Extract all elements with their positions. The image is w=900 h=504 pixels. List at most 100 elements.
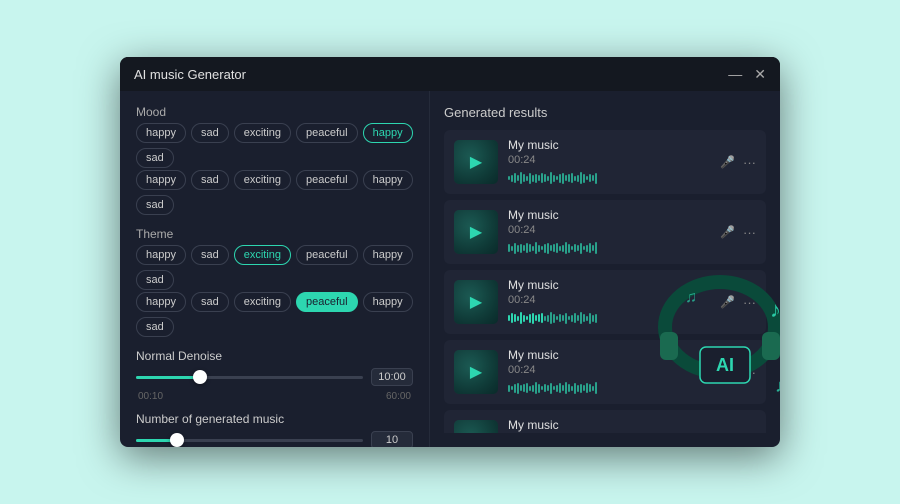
theme-label: Theme [136, 227, 413, 241]
mood-tag-peaceful2[interactable]: peaceful [296, 170, 358, 190]
theme-section: Theme happy sad exciting peaceful happy … [136, 227, 413, 339]
theme-row-1: happy sad exciting peaceful happy sad [136, 245, 413, 290]
theme-tag-exciting1[interactable]: exciting [234, 245, 291, 265]
wave-bar [517, 175, 519, 181]
count-thumb[interactable] [170, 433, 184, 447]
more-options-icon[interactable]: ··· [743, 295, 756, 310]
more-options-icon[interactable]: ··· [743, 225, 756, 240]
wave-bar [565, 313, 567, 324]
waveform [508, 170, 710, 186]
mood-tag-sad2[interactable]: sad [136, 148, 174, 168]
wave-bar [595, 314, 597, 323]
theme-tag-peaceful2[interactable]: peaceful [296, 292, 358, 312]
result-item[interactable]: ▶ My music00:24 🎤 ··· [444, 200, 766, 264]
theme-tag-happy2[interactable]: happy [363, 245, 413, 265]
result-item[interactable]: ▶My music00:24🎤··· [444, 340, 766, 404]
microphone-icon[interactable]: 🎤 [720, 295, 735, 309]
waveform [508, 310, 710, 326]
result-item[interactable]: ▶My music00:24🎤··· [444, 410, 766, 433]
result-name: My music [508, 278, 710, 292]
theme-tag-happy1[interactable]: happy [136, 245, 186, 265]
theme-tag-happy4[interactable]: happy [363, 292, 413, 312]
mood-tag-exciting2[interactable]: exciting [234, 170, 291, 190]
waveform [508, 240, 710, 256]
wave-bar [592, 386, 594, 391]
denoise-range: 00:10 60:00 [136, 391, 413, 402]
wave-bar [514, 384, 516, 393]
wave-bar [523, 384, 525, 392]
theme-tag-exciting2[interactable]: exciting [234, 292, 291, 312]
more-options-icon[interactable]: ··· [743, 365, 756, 380]
wave-bar [529, 314, 531, 323]
denoise-slider[interactable] [136, 367, 363, 387]
theme-tag-sad2[interactable]: sad [136, 270, 174, 290]
mood-tag-sad3[interactable]: sad [191, 170, 229, 190]
theme-tag-happy3[interactable]: happy [136, 292, 186, 312]
wave-bar [541, 386, 543, 390]
wave-bar [568, 384, 570, 392]
wave-bar [541, 246, 543, 250]
wave-bar [541, 173, 543, 183]
play-icon: ▶ [470, 292, 482, 312]
wave-bar [577, 175, 579, 182]
wave-bar [583, 385, 585, 391]
wave-bar [511, 386, 513, 390]
wave-bar [526, 383, 528, 393]
result-actions: 🎤 ··· [720, 365, 756, 380]
theme-tag-sad1[interactable]: sad [191, 245, 229, 265]
close-button[interactable]: ✕ [754, 67, 766, 81]
wave-bar [529, 386, 531, 391]
wave-bar [592, 315, 594, 322]
result-item[interactable]: ▶My music00:24🎤··· [444, 130, 766, 194]
result-duration: 00:24 [508, 294, 710, 306]
count-label: Number of generated music [136, 412, 413, 426]
titlebar: AI music Generator — ✕ [120, 57, 780, 91]
wave-bar [580, 312, 582, 324]
theme-tag-peaceful1[interactable]: peaceful [296, 245, 358, 265]
wave-bar [568, 174, 570, 182]
wave-bar [535, 242, 537, 254]
minimize-button[interactable]: — [728, 67, 742, 81]
theme-tag-sad4[interactable]: sad [136, 317, 174, 337]
wave-bar [562, 385, 564, 391]
wave-bar [562, 315, 564, 321]
microphone-icon[interactable]: 🎤 [720, 155, 735, 169]
mood-tag-happy3[interactable]: happy [136, 170, 186, 190]
mood-tag-exciting1[interactable]: exciting [234, 123, 291, 143]
result-actions: 🎤 ··· [720, 225, 756, 240]
dialog-title: AI music Generator [134, 67, 246, 82]
mood-tag-happy1[interactable]: happy [136, 123, 186, 143]
wave-bar [586, 383, 588, 393]
mood-tag-sad1[interactable]: sad [191, 123, 229, 143]
microphone-icon[interactable]: 🎤 [720, 365, 735, 379]
wave-bar [511, 313, 513, 323]
result-info: My music00:24 [508, 348, 710, 396]
microphone-icon[interactable]: 🎤 [720, 225, 735, 239]
wave-bar [523, 315, 525, 322]
result-info: My music00:24 [508, 208, 710, 256]
wave-bar [553, 386, 555, 390]
wave-bar [580, 243, 582, 254]
wave-bar [553, 244, 555, 252]
wave-bar [571, 315, 573, 322]
wave-bar [550, 245, 552, 251]
wave-bar [556, 385, 558, 392]
theme-tag-sad3[interactable]: sad [191, 292, 229, 312]
mood-tag-happy4[interactable]: happy [363, 170, 413, 190]
wave-bar [586, 316, 588, 321]
denoise-track [136, 376, 363, 379]
wave-bar [523, 245, 525, 251]
wave-bar [559, 246, 561, 251]
result-name: My music [508, 208, 710, 222]
more-options-icon[interactable]: ··· [743, 155, 756, 170]
result-item[interactable]: ▶ My music 00:24 🎤 ··· [444, 270, 766, 334]
mood-tag-happy2[interactable]: happy [363, 123, 413, 143]
denoise-fill [136, 376, 200, 379]
play-icon: ▶ [470, 222, 482, 242]
mood-tag-sad4[interactable]: sad [136, 195, 174, 215]
wave-bar [559, 314, 561, 322]
wave-bar [532, 246, 534, 251]
denoise-thumb[interactable] [193, 370, 207, 384]
mood-tag-peaceful1[interactable]: peaceful [296, 123, 358, 143]
count-slider[interactable] [136, 430, 363, 447]
